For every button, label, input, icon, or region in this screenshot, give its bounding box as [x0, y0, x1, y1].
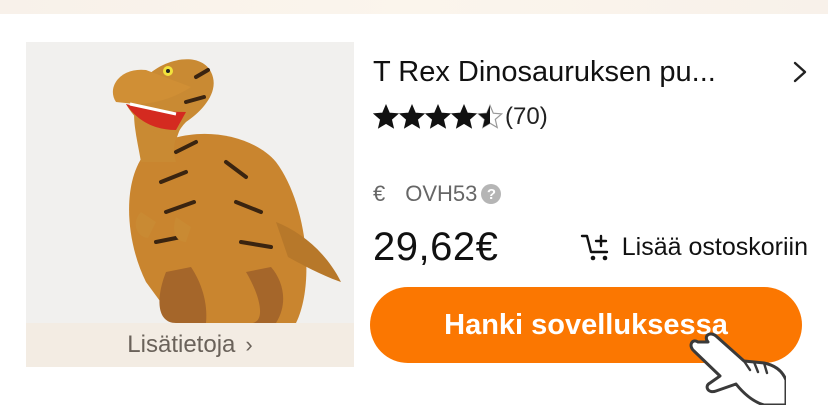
add-to-cart-label: Lisää ostoskoriin [621, 232, 808, 261]
top-banner-strip [0, 0, 828, 14]
star-icon [451, 104, 477, 129]
price: 29,62€ [373, 224, 499, 269]
t-rex-costume-image [112, 59, 341, 323]
old-price-currency: € [373, 181, 386, 206]
product-image[interactable]: Lisätietoja › [26, 42, 354, 367]
price-row: 29,62€ Lisää ostoskoriin [373, 222, 808, 272]
star-icon [477, 104, 503, 129]
star-icon [373, 104, 399, 129]
more-info-link[interactable]: Lisätietoja › [26, 323, 354, 367]
more-info-label: Lisätietoja [127, 331, 236, 358]
add-to-cart-button[interactable]: Lisää ostoskoriin [580, 232, 808, 262]
pointing-hand-icon [689, 332, 786, 405]
chevron-right-icon [793, 61, 807, 83]
rating-row[interactable]: (70) [373, 100, 548, 134]
review-count: (70) [505, 103, 548, 130]
product-title: T Rex Dinosauruksen pu... [373, 55, 716, 88]
star-rating [373, 104, 503, 130]
old-price-code: OVH53 [405, 181, 478, 206]
add-cart-icon [580, 234, 608, 261]
chevron-right-icon: › [245, 332, 253, 357]
star-icon [399, 104, 425, 129]
star-icon [425, 104, 451, 129]
reference-price-row: € OVH53 ? [373, 178, 502, 210]
product-title-row[interactable]: T Rex Dinosauruksen pu... [373, 52, 808, 92]
help-icon[interactable]: ? [481, 184, 502, 204]
